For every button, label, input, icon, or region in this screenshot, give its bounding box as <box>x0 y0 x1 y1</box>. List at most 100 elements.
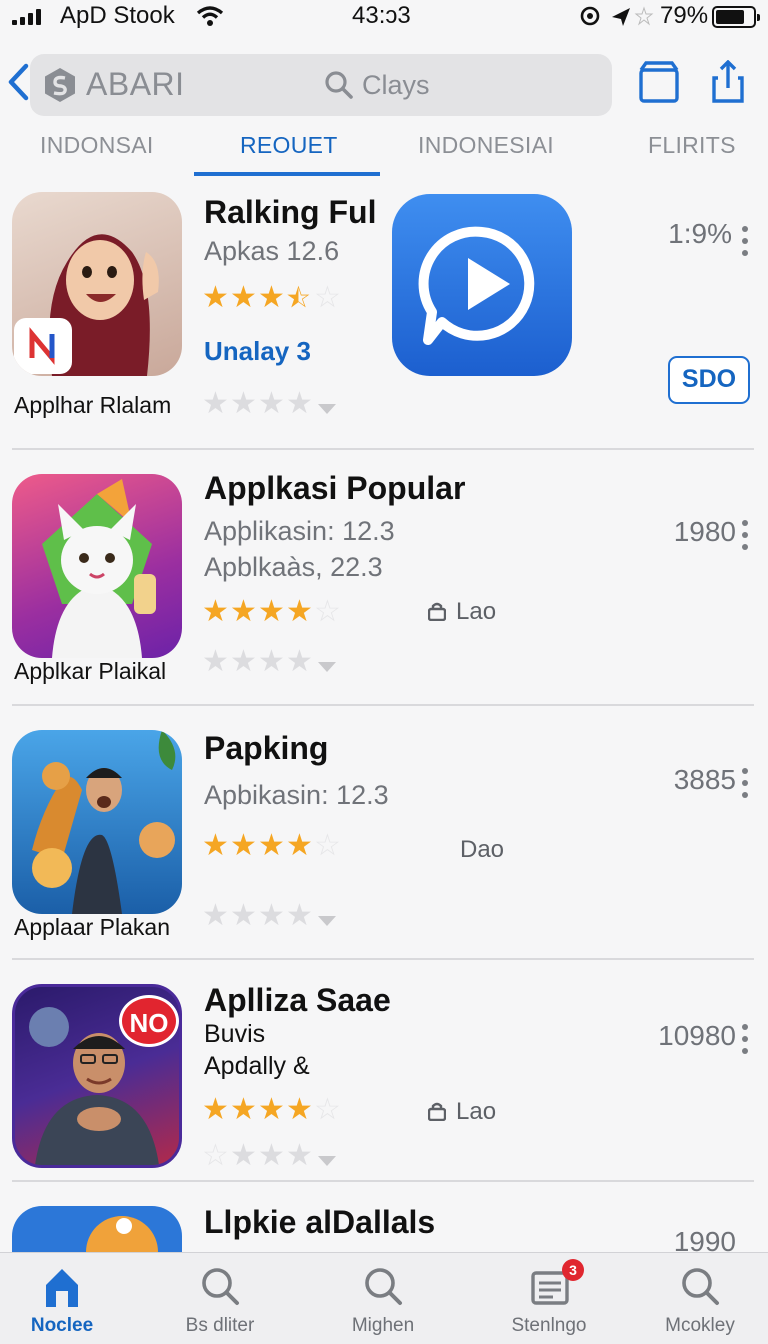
app-metric: 1980 <box>673 516 736 547</box>
tabbar-item-home[interactable]: Noclee <box>0 1253 137 1344</box>
user-rating-stars[interactable]: ★★★★ <box>202 646 336 678</box>
home-icon <box>46 1269 78 1307</box>
app-icon[interactable] <box>12 192 182 376</box>
carrier-name: ApD Stook <box>60 2 175 29</box>
app-subtitle: Apbikasin: 12.3 <box>204 780 389 810</box>
bottom-tab-bar: Noclee Bs dliter Mighen 3 Stenlngo Mcokl… <box>0 1252 768 1344</box>
star-icon: ★ <box>286 829 313 862</box>
star-icon: ★ <box>230 829 257 862</box>
star-icon: ★ <box>230 1093 257 1126</box>
app-subtitle-secondary: Apdally & <box>204 1052 310 1080</box>
tabbar-item-mighen[interactable]: Mighen <box>308 1253 458 1344</box>
divider <box>12 958 754 960</box>
app-subtitle: Apþlikasin: 12.3 <box>204 516 395 546</box>
star-icon: ☆ <box>314 829 341 862</box>
app-title[interactable]: Papking <box>204 730 328 767</box>
no-badge-label: NO <box>129 1008 169 1038</box>
star-icon: ★ <box>286 595 313 628</box>
more-options-icon[interactable] <box>742 1024 748 1054</box>
tabbar-item-search[interactable]: Bs dliter <box>145 1253 295 1344</box>
status-bar: ApD Stook 43:ɔ3 79% <box>0 0 768 36</box>
star-icon: ★ <box>230 595 257 628</box>
play-app-icon[interactable] <box>392 194 572 376</box>
rating-stars: ★★★★☆ <box>202 596 342 628</box>
tabbar-item-stenlngo[interactable]: 3 Stenlngo <box>474 1253 624 1344</box>
wifi-icon <box>196 6 224 26</box>
lock-icon <box>427 1100 447 1122</box>
search-icon <box>325 71 353 99</box>
app-tag: Lao <box>427 1098 497 1126</box>
app-subtitle: Apkas 12.6 <box>204 236 340 266</box>
app-title[interactable]: Ralking Ful <box>204 194 376 231</box>
search-icon <box>365 1268 402 1305</box>
star-icon: ☆ <box>314 281 341 314</box>
star-icon: ★ <box>258 281 285 314</box>
star-icon: ★ <box>202 595 229 628</box>
chevron-down-icon <box>318 1155 336 1166</box>
active-tab-indicator <box>194 172 380 176</box>
brand-name: ABARI <box>86 66 185 102</box>
lock-icon <box>427 600 447 622</box>
app-subtitle: Buvis <box>204 1020 266 1048</box>
tab-indonesiai[interactable]: INDONESIAI <box>418 132 554 159</box>
app-icon[interactable] <box>12 730 182 914</box>
app-caption: Apþlkar Plaikal <box>14 658 167 684</box>
app-partial-illustration <box>86 1216 158 1252</box>
search-icon <box>682 1268 719 1305</box>
battery-icon <box>712 6 760 28</box>
star-icon: ★ <box>230 281 257 314</box>
app-icon[interactable] <box>12 1206 182 1252</box>
more-options-icon[interactable] <box>742 520 748 550</box>
cat-illustration <box>42 479 156 658</box>
tabbar-label: Mcokley <box>665 1315 735 1336</box>
rating-stars: ★★★★☆ <box>202 830 342 862</box>
star-icon: ★ <box>202 1093 229 1126</box>
app-title[interactable]: Applkasi Popular <box>204 470 465 507</box>
more-options-icon[interactable] <box>742 226 748 256</box>
app-icon[interactable]: NO <box>12 984 182 1168</box>
library-icon[interactable] <box>636 60 682 104</box>
star-icon: ★ <box>258 829 285 862</box>
divider <box>12 1180 754 1182</box>
rating-stars: ★★★★☆ <box>202 1094 342 1126</box>
tabbar-label: Noclee <box>30 1315 94 1336</box>
star-icon: ☆ <box>314 1093 341 1126</box>
star-icon: ★ <box>258 595 285 628</box>
app-title[interactable]: Llpkie alDallals <box>204 1204 435 1241</box>
tab-reouet[interactable]: REOUET <box>240 132 338 159</box>
category-tabs: INDONSAI REOUET INDONESIAI FLIRITS <box>0 128 768 176</box>
tabbar-item-mcokley[interactable]: Mcokley <box>625 1253 768 1344</box>
tab-indonsai[interactable]: INDONSAI <box>40 132 154 159</box>
app-tag-label: Lao <box>456 598 497 625</box>
app-link[interactable]: Unalay 3 <box>204 336 311 367</box>
tabbar-label: Bs dliter <box>185 1315 255 1336</box>
chevron-down-icon <box>318 915 336 926</box>
divider <box>12 704 754 706</box>
no-badge: NO <box>119 995 179 1047</box>
chevron-down-icon <box>318 403 336 414</box>
star-icon: ★ <box>202 281 229 314</box>
battery-percent: 79% <box>660 2 709 29</box>
user-rating-stars[interactable]: ☆★★★ <box>202 1140 336 1172</box>
get-button[interactable]: SDO <box>668 356 750 404</box>
more-options-icon[interactable] <box>742 768 748 798</box>
search-input[interactable]: Clays <box>362 70 430 101</box>
character-illustration <box>32 730 176 914</box>
location-icon <box>580 6 654 26</box>
star-icon: ☆ <box>314 595 341 628</box>
app-metric: 1:9% <box>668 218 732 249</box>
app-title[interactable]: Aplliza Saae <box>204 982 391 1019</box>
signal-icon <box>12 9 46 25</box>
user-rating-stars[interactable]: ★★★★ <box>202 900 336 932</box>
app-caption: Applhar Rlalam <box>14 392 172 418</box>
app-tag-label: Lao <box>456 1098 497 1125</box>
star-icon: ⯪ <box>286 283 311 313</box>
app-metric: 3885 <box>673 764 736 795</box>
share-icon[interactable] <box>708 60 748 104</box>
app-icon[interactable] <box>12 474 182 658</box>
tab-flirits[interactable]: FLIRITS <box>648 132 736 159</box>
chevron-down-icon <box>318 661 336 672</box>
back-chevron-icon[interactable] <box>6 62 30 102</box>
user-rating-stars[interactable]: ★★★★ <box>202 388 336 420</box>
star-icon: ★ <box>258 1093 285 1126</box>
